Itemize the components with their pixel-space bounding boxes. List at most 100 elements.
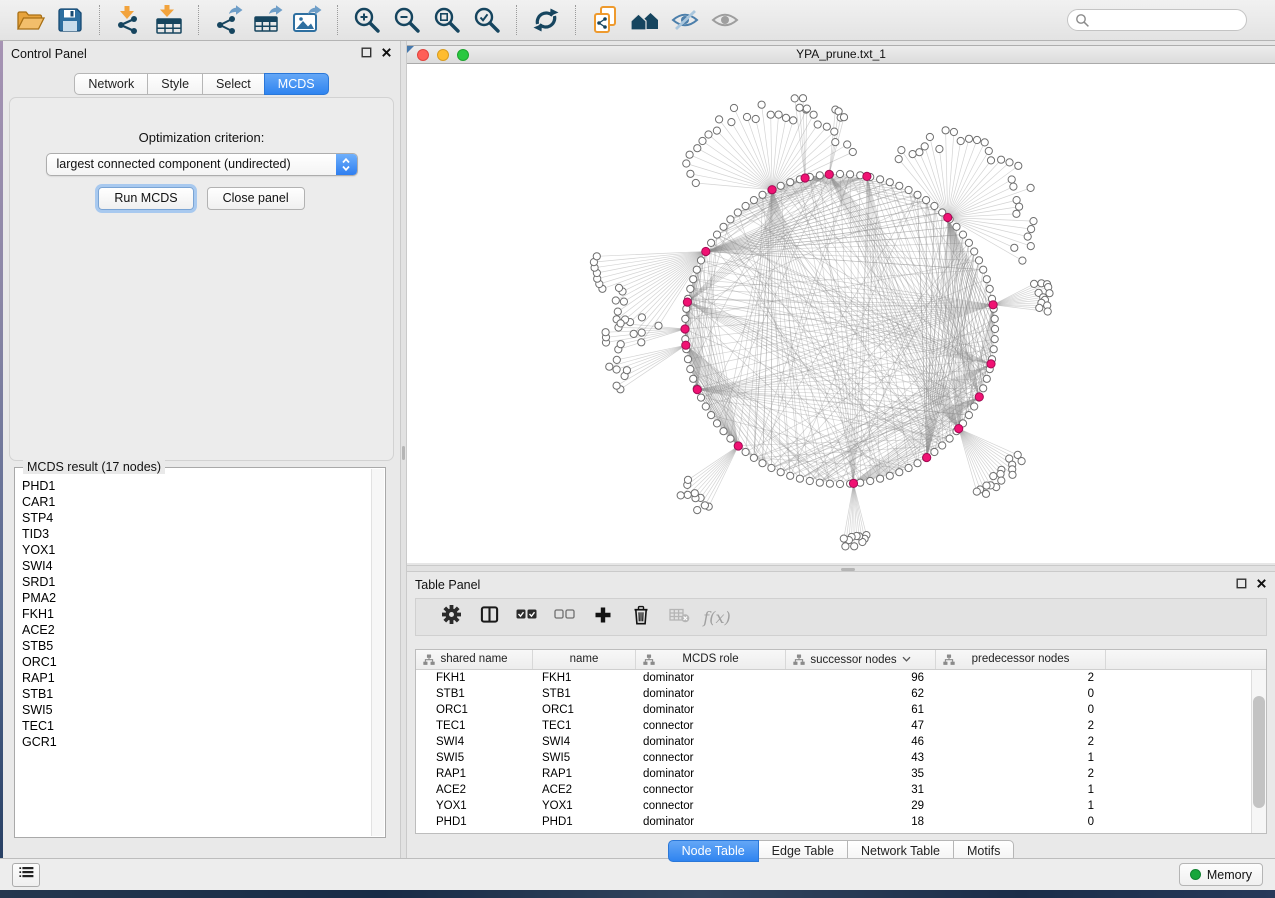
sort-chevron-icon xyxy=(902,650,911,669)
task-history-button[interactable] xyxy=(12,863,40,887)
column-header-MCDS-role[interactable]: MCDS role xyxy=(636,650,786,669)
memory-label: Memory xyxy=(1207,868,1252,882)
tab-style[interactable]: Style xyxy=(147,73,203,95)
result-item[interactable]: RAP1 xyxy=(22,670,370,686)
maximize-window-light[interactable] xyxy=(457,49,469,61)
tab-mcds[interactable]: MCDS xyxy=(264,73,329,95)
add-column-button[interactable] xyxy=(584,606,622,629)
splitter-grip xyxy=(402,446,405,460)
column-header-name[interactable]: name xyxy=(533,650,636,669)
table-scrollbar-thumb[interactable] xyxy=(1253,696,1265,808)
table-tab-node-table[interactable]: Node Table xyxy=(668,840,759,862)
cell: 1 xyxy=(936,798,1106,814)
import-network-button[interactable] xyxy=(111,2,147,38)
split-panel-button[interactable] xyxy=(470,605,508,629)
table-row[interactable]: SWI5SWI5connector431 xyxy=(416,750,1251,766)
refresh-layout-button[interactable] xyxy=(528,2,564,38)
import-table-button[interactable] xyxy=(151,2,187,38)
export-image-button[interactable] xyxy=(290,2,326,38)
table-row[interactable]: STB1STB1dominator620 xyxy=(416,686,1251,702)
tab-select[interactable]: Select xyxy=(202,73,265,95)
delete-table-button[interactable] xyxy=(660,607,698,628)
tab-network[interactable]: Network xyxy=(74,73,148,95)
first-neighbors-button[interactable] xyxy=(627,2,663,38)
run-mcds-button[interactable]: Run MCDS xyxy=(98,187,193,210)
close-panel-icon[interactable] xyxy=(1256,578,1267,589)
table-scrollbar[interactable] xyxy=(1251,670,1266,833)
open-file-button[interactable] xyxy=(12,2,48,38)
search-icon xyxy=(1075,13,1090,33)
table-row[interactable]: ACE2ACE2connector311 xyxy=(416,782,1251,798)
result-item[interactable]: SWI5 xyxy=(22,702,370,718)
optimization-criterion-select[interactable]: largest connected component (undirected) xyxy=(46,153,358,176)
float-panel-icon[interactable] xyxy=(1236,578,1247,589)
column-label: predecessor nodes xyxy=(972,653,1070,665)
table-row[interactable]: RAP1RAP1dominator352 xyxy=(416,766,1251,782)
select-all-rows-button[interactable] xyxy=(508,608,546,626)
zoom-fit-icon xyxy=(432,5,462,35)
result-item[interactable]: CAR1 xyxy=(22,494,370,510)
float-panel-icon[interactable] xyxy=(361,47,372,58)
table-row[interactable]: FKH1FKH1dominator962 xyxy=(416,670,1251,686)
result-item[interactable]: PHD1 xyxy=(22,478,370,494)
cell: dominator xyxy=(636,702,786,718)
show-all-button[interactable] xyxy=(707,2,743,38)
toolbar-separator xyxy=(516,5,517,35)
result-list-scrollbar[interactable] xyxy=(371,469,384,836)
column-header-successor-nodes[interactable]: successor nodes xyxy=(786,650,936,669)
column-header-predecessor-nodes[interactable]: predecessor nodes xyxy=(936,650,1106,669)
criterion-value: largest connected component (undirected) xyxy=(57,157,291,171)
search-input[interactable] xyxy=(1067,9,1247,31)
close-window-light[interactable] xyxy=(417,49,429,61)
table-row[interactable]: PHD1PHD1dominator180 xyxy=(416,814,1251,830)
zoom-selected-button[interactable] xyxy=(469,2,505,38)
result-item[interactable]: STB1 xyxy=(22,686,370,702)
function-builder-button[interactable]: f(x) xyxy=(698,608,736,627)
cell: 29 xyxy=(786,798,936,814)
result-item[interactable]: ACE2 xyxy=(22,622,370,638)
horizontal-splitter[interactable] xyxy=(407,565,1275,572)
memory-button[interactable]: Memory xyxy=(1179,863,1263,886)
optimization-criterion-label: Optimization criterion: xyxy=(10,130,393,145)
export-network-button[interactable] xyxy=(210,2,246,38)
table-row[interactable]: TEC1TEC1connector472 xyxy=(416,718,1251,734)
export-table-button[interactable] xyxy=(250,2,286,38)
table-row[interactable]: YOX1YOX1connector291 xyxy=(416,798,1251,814)
zoom-out-button[interactable] xyxy=(389,2,425,38)
network-canvas[interactable] xyxy=(407,64,1273,563)
result-item[interactable]: TID3 xyxy=(22,526,370,542)
result-item[interactable]: SWI4 xyxy=(22,558,370,574)
zoom-in-button[interactable] xyxy=(349,2,385,38)
cell: 31 xyxy=(786,782,936,798)
export-network-icon xyxy=(213,5,243,35)
table-row[interactable]: SWI4SWI4dominator462 xyxy=(416,734,1251,750)
save-session-button[interactable] xyxy=(52,2,88,38)
delete-column-button[interactable] xyxy=(622,605,660,630)
result-item[interactable]: ORC1 xyxy=(22,654,370,670)
trash-icon xyxy=(632,605,650,630)
clone-network-button[interactable] xyxy=(587,2,623,38)
network-titlebar[interactable]: YPA_prune.txt_1 xyxy=(407,46,1275,64)
result-item[interactable]: STP4 xyxy=(22,510,370,526)
vertical-splitter[interactable] xyxy=(400,41,407,858)
status-bar: Memory xyxy=(0,858,1275,890)
mcds-result-group: MCDS result (17 nodes) PHD1CAR1STP4TID3Y… xyxy=(14,467,386,838)
table-row[interactable]: ORC1ORC1dominator610 xyxy=(416,702,1251,718)
result-item[interactable]: SRD1 xyxy=(22,574,370,590)
table-settings-button[interactable] xyxy=(432,605,470,629)
close-panel-icon[interactable] xyxy=(381,47,392,58)
minimize-window-light[interactable] xyxy=(437,49,449,61)
plus-icon xyxy=(594,606,612,629)
column-header-shared-name[interactable]: shared name xyxy=(416,650,533,669)
result-item[interactable]: PMA2 xyxy=(22,590,370,606)
result-item[interactable]: FKH1 xyxy=(22,606,370,622)
close-panel-button[interactable]: Close panel xyxy=(207,187,305,210)
hide-selected-button[interactable] xyxy=(667,2,703,38)
zoom-fit-button[interactable] xyxy=(429,2,465,38)
result-item[interactable]: YOX1 xyxy=(22,542,370,558)
result-item[interactable]: STB5 xyxy=(22,638,370,654)
deselect-all-rows-button[interactable] xyxy=(546,608,584,626)
cell: PHD1 xyxy=(416,814,533,830)
result-item[interactable]: TEC1 xyxy=(22,718,370,734)
result-item[interactable]: GCR1 xyxy=(22,734,370,750)
